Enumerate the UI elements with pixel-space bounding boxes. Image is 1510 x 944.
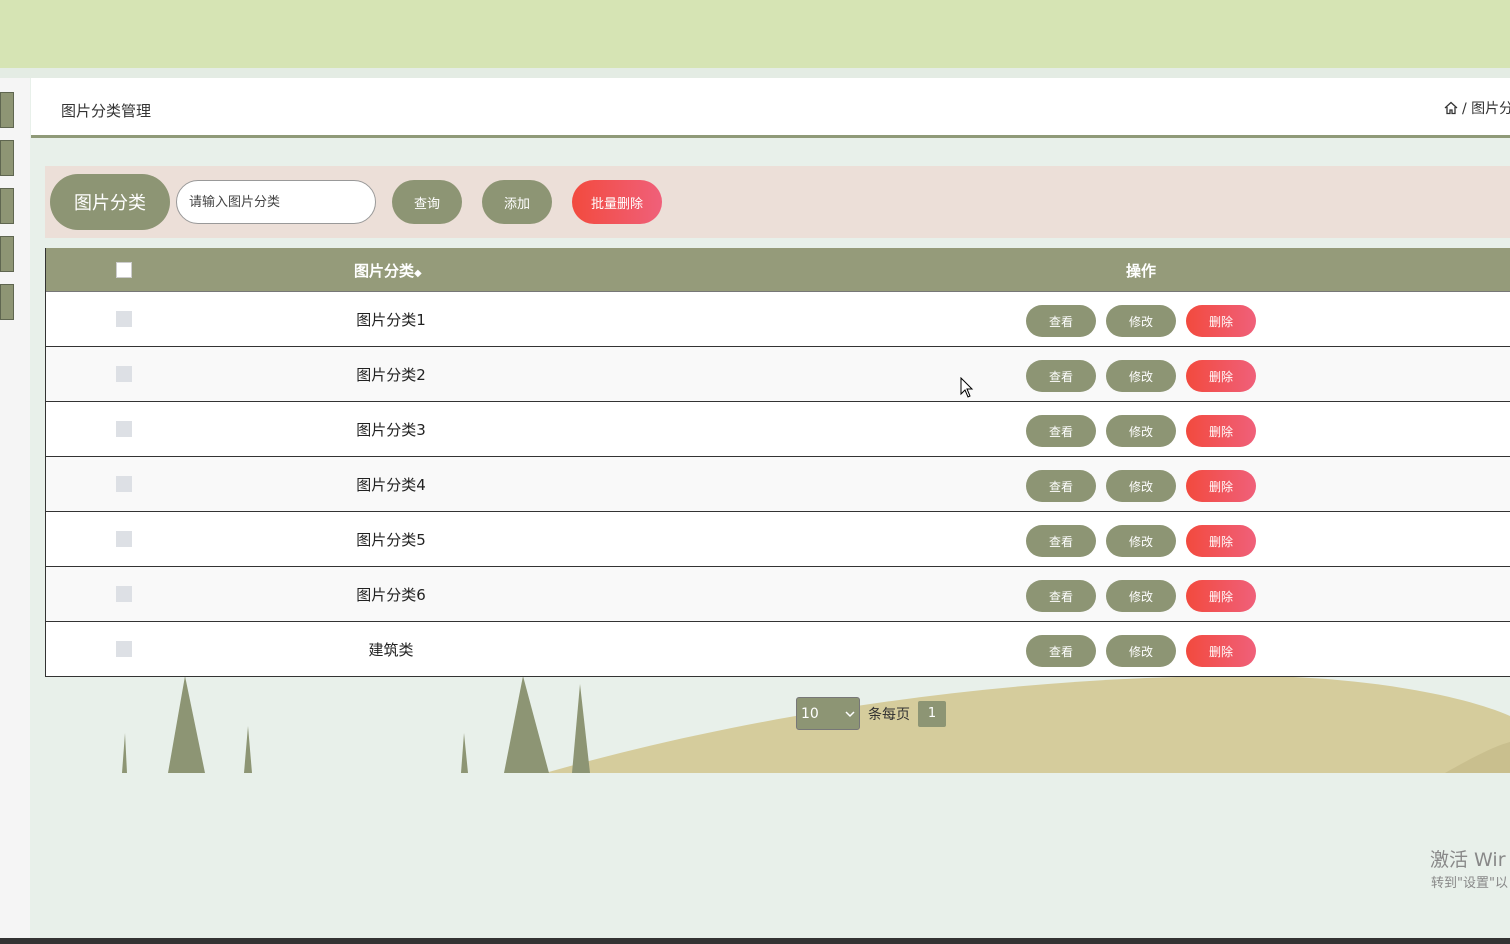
cell-category-name: 建筑类 (368, 641, 414, 659)
delete-button[interactable]: 删除 (1186, 305, 1256, 337)
page-title: 图片分类管理 (61, 102, 152, 120)
edit-button[interactable]: 修改 (1106, 470, 1176, 502)
cell-category-name: 图片分类4 (356, 476, 426, 494)
row-checkbox[interactable] (116, 641, 132, 657)
delete-button[interactable]: 删除 (1186, 580, 1256, 612)
cell-category-name: 图片分类5 (356, 531, 426, 549)
sidebar-tab[interactable] (0, 188, 14, 224)
column-header-name[interactable]: 图片分类◆ (354, 260, 422, 281)
column-header-name-label: 图片分类 (354, 262, 415, 280)
select-all-checkbox[interactable] (116, 262, 132, 278)
chevron-down-icon (845, 706, 855, 722)
delete-button[interactable]: 删除 (1186, 415, 1256, 447)
taskbar-edge (0, 938, 1510, 944)
edit-button[interactable]: 修改 (1106, 580, 1176, 612)
table-header: 图片分类◆ 操作 (46, 248, 1510, 292)
edit-button[interactable]: 修改 (1106, 305, 1176, 337)
table-row: 图片分类1 查看 修改 删除 (46, 292, 1510, 347)
edit-button[interactable]: 修改 (1106, 360, 1176, 392)
row-checkbox[interactable] (116, 476, 132, 492)
view-button[interactable]: 查看 (1026, 360, 1096, 392)
table-row: 图片分类4 查看 修改 删除 (46, 457, 1510, 512)
view-button[interactable]: 查看 (1026, 635, 1096, 667)
sidebar-tab[interactable] (0, 92, 14, 128)
edit-button[interactable]: 修改 (1106, 415, 1176, 447)
view-button[interactable]: 查看 (1026, 525, 1096, 557)
background-scenery (45, 676, 1510, 773)
query-button[interactable]: 查询 (392, 180, 462, 224)
sidebar-tab[interactable] (0, 140, 14, 176)
page-number-button[interactable]: 1 (918, 700, 946, 727)
edit-button[interactable]: 修改 (1106, 635, 1176, 667)
view-button[interactable]: 查看 (1026, 305, 1096, 337)
delete-button[interactable]: 删除 (1186, 635, 1256, 667)
row-checkbox[interactable] (116, 531, 132, 547)
pagination: 10 条每页 1 (796, 697, 946, 730)
sidebar (0, 78, 30, 938)
top-banner (0, 0, 1510, 68)
breadcrumb: / 图片分 (1444, 98, 1510, 119)
page-size-select[interactable]: 10 (796, 697, 860, 730)
top-strip (0, 68, 1510, 78)
row-checkbox[interactable] (116, 586, 132, 602)
page-size-value: 10 (801, 705, 819, 722)
table-row: 图片分类3 查看 修改 删除 (46, 402, 1510, 457)
sidebar-tab[interactable] (0, 236, 14, 272)
per-page-label: 条每页 (868, 706, 910, 723)
table-row: 图片分类2 查看 修改 删除 (46, 347, 1510, 402)
page-header: 图片分类管理 / 图片分 (31, 78, 1510, 138)
delete-button[interactable]: 删除 (1186, 360, 1256, 392)
row-checkbox[interactable] (116, 311, 132, 327)
mouse-cursor-icon (960, 377, 974, 398)
cell-category-name: 图片分类2 (356, 366, 426, 384)
table-row: 图片分类6 查看 修改 删除 (46, 567, 1510, 622)
add-button[interactable]: 添加 (482, 180, 552, 224)
table-row: 建筑类 查看 修改 删除 (46, 622, 1510, 677)
cell-category-name: 图片分类3 (356, 421, 426, 439)
activation-watermark-subtitle: 转到"设置"以 (1431, 876, 1508, 891)
column-header-actions: 操作 (1126, 262, 1157, 280)
view-button[interactable]: 查看 (1026, 415, 1096, 447)
activation-watermark-title: 激活 Wir (1430, 849, 1506, 871)
sort-icon[interactable]: ◆ (414, 268, 422, 279)
category-table: 图片分类◆ 操作 图片分类1 查看 修改 删除 图片分类2 查看 修改 删除 图… (45, 248, 1510, 677)
home-icon[interactable] (1444, 101, 1458, 119)
cell-category-name: 图片分类6 (356, 586, 426, 604)
view-button[interactable]: 查看 (1026, 580, 1096, 612)
edit-button[interactable]: 修改 (1106, 525, 1176, 557)
delete-button[interactable]: 删除 (1186, 525, 1256, 557)
delete-button[interactable]: 删除 (1186, 470, 1256, 502)
row-checkbox[interactable] (116, 421, 132, 437)
sidebar-tab[interactable] (0, 284, 14, 320)
view-button[interactable]: 查看 (1026, 470, 1096, 502)
row-checkbox[interactable] (116, 366, 132, 382)
filter-label: 图片分类 (50, 174, 170, 230)
table-row: 图片分类5 查看 修改 删除 (46, 512, 1510, 567)
filter-bar: 图片分类 查询 添加 批量删除 (45, 166, 1510, 238)
cell-category-name: 图片分类1 (356, 311, 426, 329)
search-input[interactable] (176, 180, 376, 224)
batch-delete-button[interactable]: 批量删除 (572, 180, 662, 224)
breadcrumb-text: / 图片分 (1462, 101, 1510, 117)
